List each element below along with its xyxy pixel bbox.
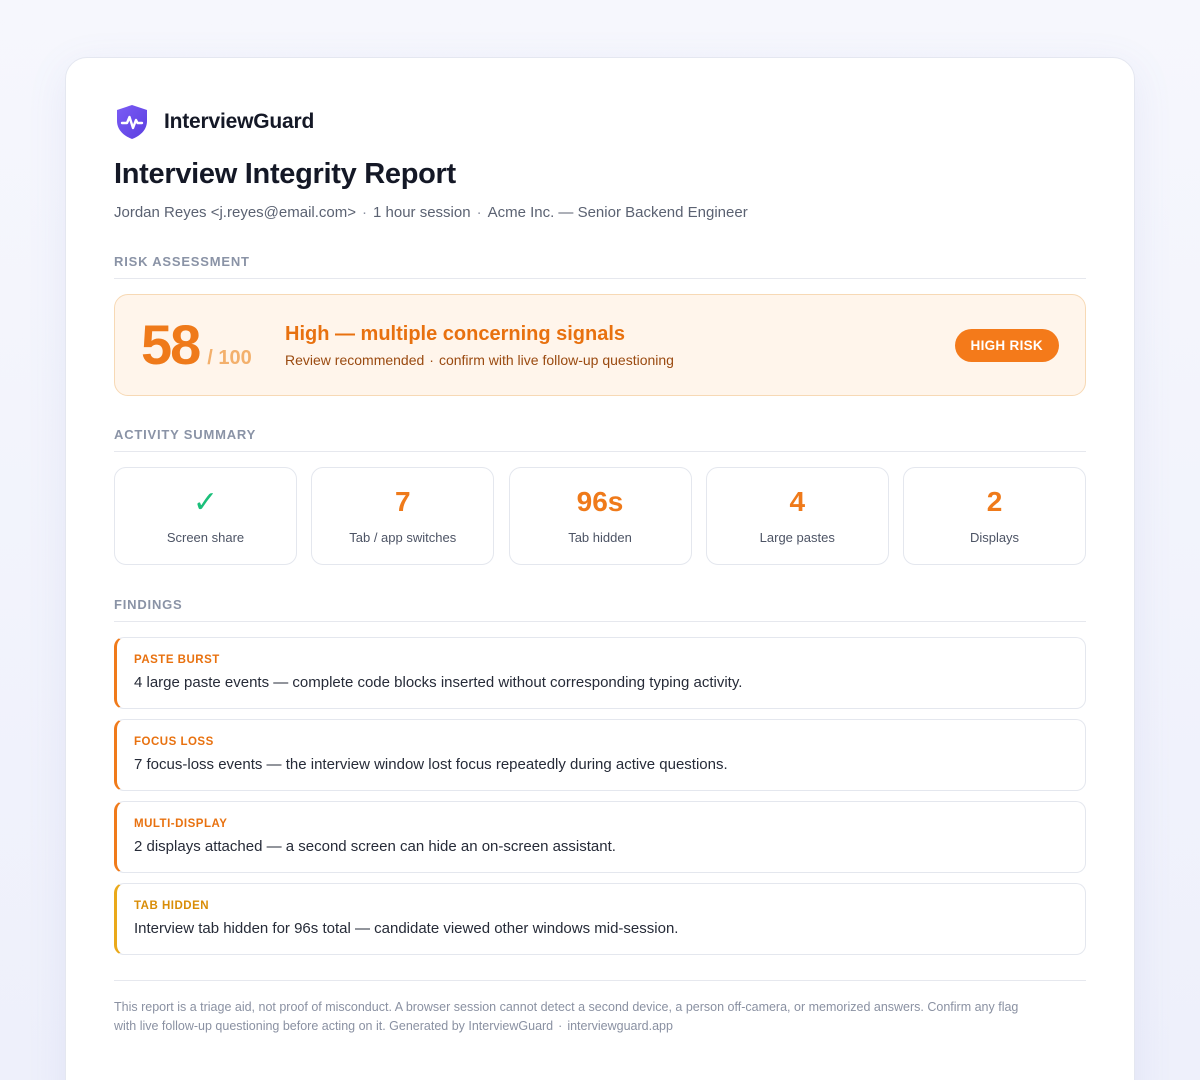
report-card: InterviewGuard Interview Integrity Repor… <box>65 57 1135 1080</box>
candidate-info: Jordan Reyes <j.reyes@email.com> <box>114 204 356 221</box>
report-meta: Jordan Reyes <j.reyes@email.com> · 1 hour … <box>114 204 748 221</box>
risk-level-badge: HIGH RISK <box>954 328 1059 362</box>
session-length: 1 hour session <box>373 204 471 221</box>
risk-assessment-heading: RISK ASSESSMENT <box>114 254 1086 279</box>
finding-paste-burst: PASTE BURST 4 large paste events — compl… <box>114 637 1086 709</box>
disclaimer-line: This report is a triage aid, not proof o… <box>114 1000 1019 1014</box>
finding-description: 7 focus-loss events — the interview wind… <box>134 756 728 773</box>
stat-tab-hidden: 96s Tab hidden <box>508 467 692 565</box>
risk-note-separator: · <box>429 351 434 368</box>
stat-screen-share: ✓ Screen share <box>114 467 297 565</box>
stat-label: Displays <box>969 529 1020 545</box>
stat-label: Large pastes <box>759 529 835 545</box>
activity-stats: ✓ Screen share 7 Tab / app switches 96s … <box>114 467 1086 565</box>
risk-summary: High — multiple concerning signals Revie… <box>285 323 674 368</box>
company-role: Acme Inc. — Senior Backend Engineer <box>487 204 748 221</box>
checkmark-icon: ✓ <box>192 485 219 519</box>
finding-tag: PASTE BURST <box>134 654 220 666</box>
stat-label: Tab / app switches <box>349 529 457 545</box>
footer-separator: · <box>558 1019 563 1033</box>
stat-value: 4 <box>789 485 806 517</box>
stat-label: Tab hidden <box>568 529 632 545</box>
risk-score-value: 58 <box>141 313 201 376</box>
disclaimer-text: with live follow-up questioning before a… <box>114 1019 554 1033</box>
finding-tag: TAB HIDDEN <box>134 900 210 912</box>
shield-pulse-icon <box>117 105 147 139</box>
risk-banner: 58 / 100 High — multiple concerning sign… <box>114 294 1086 396</box>
stat-value: 7 <box>394 485 411 517</box>
activity-summary-heading: ACTIVITY SUMMARY <box>114 427 1086 452</box>
risk-headline: High — multiple concerning signals <box>285 322 626 345</box>
risk-score: 58 / 100 <box>141 317 285 373</box>
finding-description: Interview tab hidden for 96s total — can… <box>134 920 679 937</box>
finding-tab-hidden: TAB HIDDEN Interview tab hidden for 96s … <box>114 883 1086 955</box>
risk-note-secondary: confirm with live follow-up questioning <box>438 351 674 368</box>
disclaimer-line: with live follow-up questioning before a… <box>114 1017 1086 1036</box>
risk-score-max: / 100 <box>207 347 252 369</box>
stat-tab-switches: 7 Tab / app switches <box>311 467 495 565</box>
finding-tag: FOCUS LOSS <box>134 736 214 748</box>
brand-header: InterviewGuard <box>114 103 314 141</box>
finding-multi-display: MULTI-DISPLAY 2 displays attached — a se… <box>114 801 1086 873</box>
stat-value: 96s <box>576 485 624 517</box>
risk-note-primary: Review recommended <box>285 351 425 368</box>
stat-value: 2 <box>986 485 1003 517</box>
finding-description: 2 displays attached — a second screen ca… <box>134 838 616 855</box>
finding-focus-loss: FOCUS LOSS 7 focus-loss events — the int… <box>114 719 1086 791</box>
stat-large-pastes: 4 Large pastes <box>705 467 889 565</box>
meta-separator: · <box>476 204 482 221</box>
brand-name: InterviewGuard <box>164 110 315 133</box>
disclaimer-footer: This report is a triage aid, not proof o… <box>114 980 1086 1036</box>
stat-displays: 2 Displays <box>903 467 1086 565</box>
meta-separator: · <box>362 204 367 221</box>
findings-heading: FINDINGS <box>114 597 1086 622</box>
stat-label: Screen share <box>166 529 245 545</box>
finding-description: 4 large paste events — complete code blo… <box>134 674 743 691</box>
site-link[interactable]: interviewguard.app <box>567 1019 673 1033</box>
page-title: Interview Integrity Report <box>114 158 456 190</box>
risk-note: Review recommended · confirm with live fol… <box>285 352 674 368</box>
finding-tag: MULTI-DISPLAY <box>134 818 228 830</box>
